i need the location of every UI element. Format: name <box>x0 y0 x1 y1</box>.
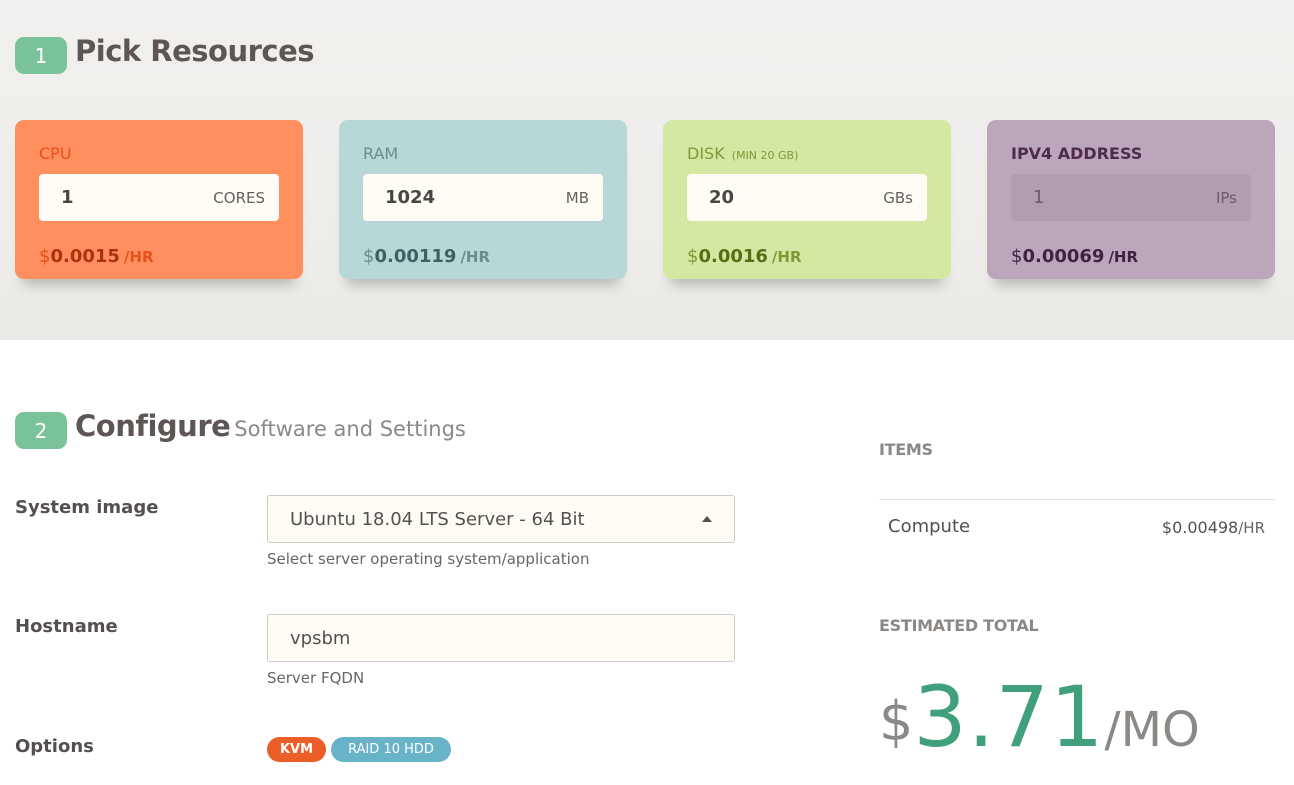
hostname-label: Hostname <box>15 616 118 637</box>
items-divider <box>879 499 1275 500</box>
item-compute-name: Compute <box>888 516 971 537</box>
tag-kvm: KVM <box>267 737 326 762</box>
section-title-configure: Configure Software and Settings <box>75 409 466 443</box>
cpu-price: $0.0015/HR <box>39 246 154 267</box>
system-image-value: Ubuntu 18.04 LTS Server - 64 Bit <box>290 508 585 530</box>
ram-mb-input[interactable]: 1024 MB <box>363 174 603 221</box>
ipv4-count-input[interactable]: 1 IPs <box>1011 174 1251 221</box>
disk-unit: GBs <box>883 188 913 207</box>
hostname-value: vpsbm <box>290 627 351 649</box>
ipv4-label: IPV4 ADDRESS <box>1011 144 1143 163</box>
hostname-input[interactable]: vpsbm <box>267 614 735 662</box>
system-image-select[interactable]: Ubuntu 18.04 LTS Server - 64 Bit <box>267 495 735 543</box>
disk-gb-input[interactable]: 20 GBs <box>687 174 927 221</box>
step-2-badge: 2 <box>15 412 67 449</box>
section-subtitle: Software and Settings <box>234 417 466 441</box>
section-title-pick-resources: Pick Resources <box>75 34 315 68</box>
disk-gb-value: 20 <box>709 187 735 208</box>
system-image-help: Select server operating system/applicati… <box>267 550 590 568</box>
cpu-label: CPU <box>39 144 72 163</box>
ram-mb-value: 1024 <box>385 187 436 208</box>
items-heading: ITEMS <box>879 440 933 459</box>
cpu-cores-input[interactable]: 1 CORES <box>39 174 279 221</box>
disk-price: $0.0016/HR <box>687 246 802 267</box>
estimated-total-value: $3.71/MO <box>879 668 1200 766</box>
caret-up-icon <box>702 516 712 522</box>
step-1-badge: 1 <box>15 37 67 74</box>
estimated-total-heading: ESTIMATED TOTAL <box>879 616 1039 635</box>
ram-label: RAM <box>363 144 399 163</box>
disk-card: DISK (MIN 20 GB) 20 GBs $0.0016/HR <box>663 120 951 279</box>
hostname-help: Server FQDN <box>267 669 365 687</box>
ipv4-price: $0.00069/HR <box>1011 246 1139 267</box>
ipv4-unit: IPs <box>1215 188 1237 207</box>
ram-unit: MB <box>565 188 589 207</box>
cpu-unit: CORES <box>213 188 265 207</box>
cpu-card: CPU 1 CORES $0.0015/HR <box>15 120 303 279</box>
disk-label: DISK (MIN 20 GB) <box>687 144 799 163</box>
options-label: Options <box>15 736 94 757</box>
ram-price: $0.00119/HR <box>363 246 491 267</box>
system-image-label: System image <box>15 497 159 518</box>
disk-min-note: (MIN 20 GB) <box>731 149 799 162</box>
item-compute-price: $0.00498/HR <box>1161 518 1265 537</box>
ram-card: RAM 1024 MB $0.00119/HR <box>339 120 627 279</box>
cpu-cores-value: 1 <box>61 187 74 208</box>
ipv4-count-value: 1 <box>1033 187 1045 208</box>
tag-raid-10-hdd: RAID 10 HDD <box>331 737 451 762</box>
ipv4-card: IPV4 ADDRESS 1 IPs $0.00069/HR <box>987 120 1275 279</box>
